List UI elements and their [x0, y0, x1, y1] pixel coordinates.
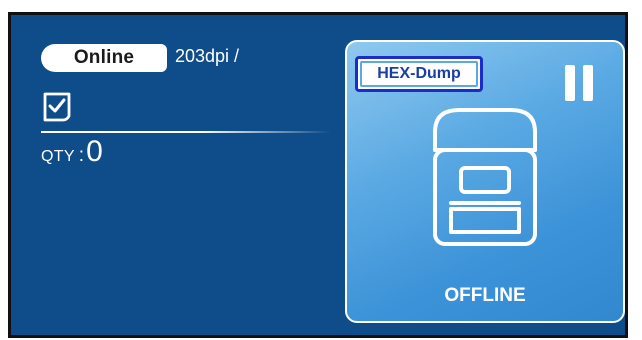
- resolution-label: 203dpi /: [175, 46, 240, 66]
- quantity-value: 0: [86, 135, 103, 168]
- hex-dump-mode-badge[interactable]: HEX-Dump: [355, 56, 483, 92]
- checkbox-checked-icon[interactable]: [41, 90, 73, 122]
- quantity-label: QTY: [41, 148, 75, 165]
- printer-icon: [433, 108, 537, 246]
- hex-dump-mode-label: HEX-Dump: [360, 61, 478, 87]
- connection-status-badge: Online: [41, 44, 167, 72]
- printer-status-card[interactable]: HEX-Dump OFFLINE: [345, 40, 625, 323]
- quantity-separator: :: [78, 145, 85, 166]
- quantity-readout: QTY : 0: [41, 137, 103, 167]
- divider: [41, 131, 331, 133]
- printer-state-label: OFFLINE: [444, 285, 526, 306]
- connection-status-label: Online: [73, 47, 135, 68]
- printer-display: Online 203dpi / QTY : 0 HEX-Dump OFFLINE: [8, 12, 628, 338]
- pause-icon[interactable]: [563, 65, 595, 101]
